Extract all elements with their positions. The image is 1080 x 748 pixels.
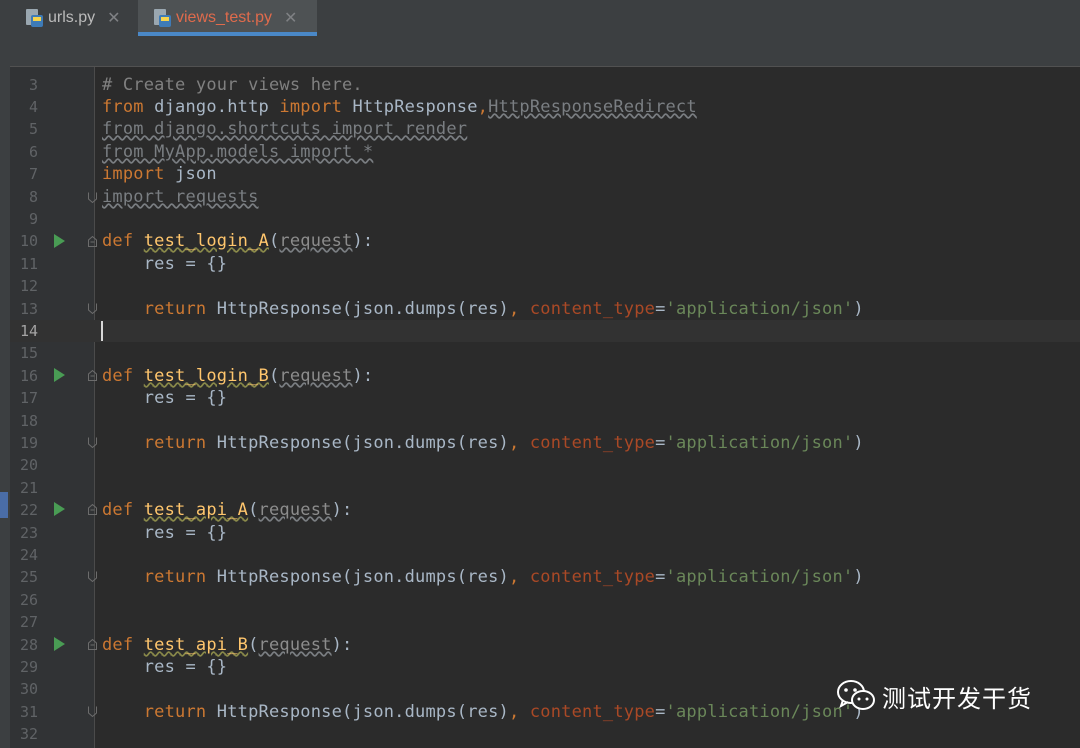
tab-label: views_test.py: [176, 9, 273, 26]
code-line: # Create your views here.: [102, 75, 363, 95]
line-number: 11: [19, 255, 38, 273]
watermark-text: 测试开发干货: [882, 684, 1032, 713]
editor-tab-bar: urls.py ✕ views_test.py ✕: [0, 0, 1080, 36]
watermark: 测试开发干货: [836, 678, 1032, 714]
text-cursor: [101, 321, 103, 341]
line-number: 4: [28, 98, 38, 116]
fold-end-icon[interactable]: [88, 437, 97, 448]
left-tool-strip: [0, 36, 10, 748]
line-number: 3: [28, 76, 38, 94]
code-line: res = {}: [102, 657, 228, 677]
line-number: 8: [28, 188, 38, 206]
line-number: 18: [19, 412, 38, 430]
python-file-icon: [26, 9, 43, 27]
line-number: 7: [28, 165, 38, 183]
run-test-icon[interactable]: [54, 368, 65, 382]
fold-start-icon[interactable]: [88, 639, 97, 650]
run-test-icon[interactable]: [54, 637, 65, 651]
line-number: 19: [19, 434, 38, 452]
tab-views-test-py[interactable]: views_test.py ✕: [138, 0, 317, 36]
code-line: res = {}: [102, 523, 228, 543]
fold-end-icon[interactable]: [88, 706, 97, 717]
code-line: def test_login_A(request):: [102, 231, 374, 251]
fold-end-icon[interactable]: [88, 303, 97, 314]
line-number: 25: [19, 568, 38, 586]
code-line: def test_login_B(request):: [102, 366, 374, 386]
fold-start-icon[interactable]: [88, 236, 97, 247]
run-test-icon[interactable]: [54, 234, 65, 248]
code-line: return HttpResponse(json.dumps(res), con…: [143, 299, 864, 319]
line-number: 26: [19, 591, 38, 609]
tool-window-marker[interactable]: [0, 492, 8, 518]
code-line: from MyApp.models import *: [102, 142, 374, 162]
wechat-icon: [837, 680, 875, 710]
code-line: import requests: [102, 187, 259, 207]
current-line-highlight: [10, 320, 1080, 342]
line-number: 5: [28, 120, 38, 138]
run-test-icon[interactable]: [54, 502, 65, 516]
line-number: 21: [19, 479, 38, 497]
line-number: 27: [19, 613, 38, 631]
line-number: 6: [28, 143, 38, 161]
close-tab-icon[interactable]: ✕: [284, 8, 297, 28]
line-number: 15: [19, 344, 38, 362]
tab-urls-py[interactable]: urls.py ✕: [24, 0, 121, 36]
python-file-icon: [154, 9, 171, 27]
line-number: 9: [28, 210, 38, 228]
code-line: from django.shortcuts import render: [102, 119, 468, 139]
line-number: 12: [19, 277, 38, 295]
code-line: def test_api_A(request):: [102, 500, 353, 520]
line-number: 24: [19, 546, 38, 564]
line-number: 20: [19, 456, 38, 474]
line-number: 28: [19, 636, 38, 654]
partial-line-above: ‾‾‾‾‾‾‾‾‾‾‾‾‾‾‾‾‾‾‾‾‾‾‾‾‾‾‾‾‾‾‾‾‾‾‾‾‾‾‾‾…: [102, 60, 702, 70]
code-line: from django.http import HttpResponse,Htt…: [102, 97, 697, 117]
line-number: 22: [19, 501, 38, 519]
line-number-current: 14: [19, 322, 38, 340]
fold-start-icon[interactable]: [88, 504, 97, 515]
line-number: 23: [19, 524, 38, 542]
line-number: 30: [19, 680, 38, 698]
line-number: 16: [19, 367, 38, 385]
code-line: res = {}: [102, 254, 228, 274]
line-number: 32: [19, 725, 38, 743]
line-number: 10: [19, 232, 38, 250]
line-number: 31: [19, 703, 38, 721]
fold-start-icon[interactable]: [88, 370, 97, 381]
line-number: 13: [19, 300, 38, 318]
code-line: return HttpResponse(json.dumps(res), con…: [143, 567, 864, 587]
code-line: def test_api_B(request):: [102, 635, 353, 655]
fold-end-icon[interactable]: [88, 192, 97, 203]
tab-label: urls.py: [48, 9, 96, 26]
line-number: 17: [19, 389, 38, 407]
code-line: res = {}: [102, 388, 228, 408]
fold-end-icon[interactable]: [88, 571, 97, 582]
line-number: 29: [19, 658, 38, 676]
code-line: return HttpResponse(json.dumps(res), con…: [143, 433, 864, 453]
code-line: import json: [102, 164, 217, 184]
code-line: return HttpResponse(json.dumps(res), con…: [143, 702, 864, 722]
close-tab-icon[interactable]: ✕: [107, 8, 120, 28]
